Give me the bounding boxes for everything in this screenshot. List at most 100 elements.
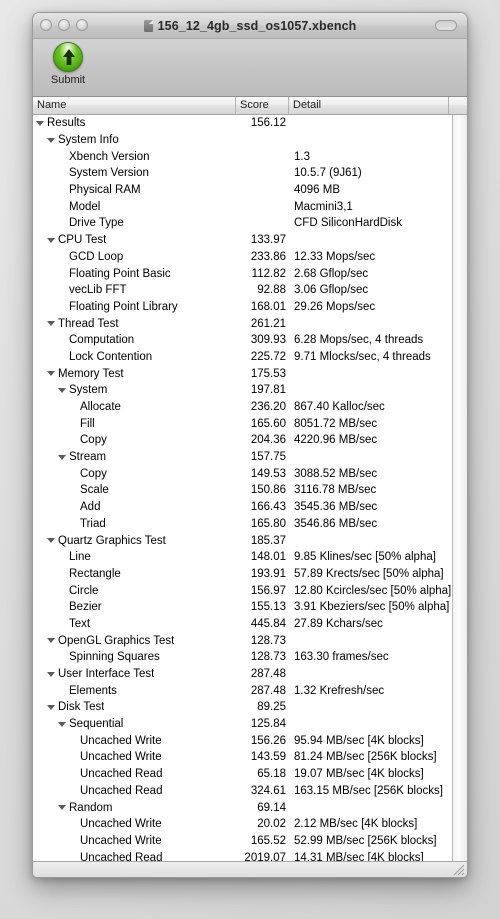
disclosure-triangle-icon[interactable] bbox=[47, 670, 56, 679]
table-row[interactable]: Thread Test 261.21 bbox=[33, 315, 452, 332]
row-score-cell: 128.73 bbox=[250, 651, 286, 664]
row-detail-cell: CFD SiliconHardDisk bbox=[294, 217, 402, 230]
column-header-name[interactable]: Name bbox=[33, 97, 236, 114]
table-row[interactable]: Rectangle 193.91 57.89 Krects/sec [50% alp… bbox=[33, 566, 452, 583]
minimize-button[interactable] bbox=[58, 19, 70, 31]
row-name-cell: System Info bbox=[33, 134, 236, 146]
table-row[interactable]: Xbench Version 1.3 bbox=[33, 148, 452, 165]
disclosure-triangle-icon[interactable] bbox=[47, 236, 56, 245]
submit-label: Submit bbox=[50, 74, 86, 86]
row-score-cell: 193.91 bbox=[250, 567, 286, 580]
row-detail-cell: Macmini3,1 bbox=[294, 200, 353, 213]
column-header-score[interactable]: Score bbox=[236, 97, 289, 114]
table-row[interactable]: Uncached Read 324.61 163.15 MB/sec [256K b… bbox=[33, 783, 452, 800]
table-row[interactable]: Fill 165.60 8051.72 MB/sec bbox=[33, 415, 452, 432]
row-label: Uncached Write bbox=[80, 734, 162, 747]
table-row[interactable]: Floating Point Library 168.01 29.26 Mops/s… bbox=[33, 299, 452, 316]
row-label: Quartz Graphics Test bbox=[58, 534, 166, 547]
disclosure-triangle-icon[interactable] bbox=[47, 319, 56, 328]
table-row[interactable]: Uncached Write 20.02 2.12 MB/sec [4K block… bbox=[33, 816, 452, 833]
disclosure-triangle-icon[interactable] bbox=[47, 536, 56, 545]
table-row[interactable]: Drive Type CFD SiliconHardDisk bbox=[33, 215, 452, 232]
table-row[interactable]: Computation 309.93 6.28 Mops/sec, 4 thread… bbox=[33, 332, 452, 349]
disclosure-triangle-icon[interactable] bbox=[58, 453, 67, 462]
disclosure-triangle-icon[interactable] bbox=[47, 136, 56, 145]
table-row[interactable]: Uncached Write 143.59 81.24 MB/sec [256K b… bbox=[33, 749, 452, 766]
disclosure-triangle-icon[interactable] bbox=[47, 636, 56, 645]
results-rows: Results 156.12 System Info Xbench Version 1.… bbox=[33, 115, 452, 861]
table-row[interactable]: Physical RAM 4096 MB bbox=[33, 182, 452, 199]
row-score-cell: 155.13 bbox=[250, 601, 286, 614]
table-row[interactable]: System 197.81 bbox=[33, 382, 452, 399]
disclosure-triangle-icon[interactable] bbox=[47, 369, 56, 378]
row-label: Uncached Read bbox=[80, 851, 163, 861]
row-label: vecLib FFT bbox=[69, 284, 127, 297]
close-button[interactable] bbox=[40, 19, 52, 31]
row-name-cell: Drive Type bbox=[33, 217, 236, 229]
row-detail-cell: 163.15 MB/sec [256K blocks] bbox=[294, 784, 443, 797]
table-row[interactable]: Uncached Write 156.26 95.94 MB/sec [4K blo… bbox=[33, 732, 452, 749]
resize-grip[interactable] bbox=[452, 863, 465, 876]
table-row[interactable]: System Info bbox=[33, 132, 452, 149]
table-row[interactable]: Allocate 236.20 867.40 Kalloc/sec bbox=[33, 399, 452, 416]
table-row[interactable]: Text 445.84 27.89 Kchars/sec bbox=[33, 616, 452, 633]
table-row[interactable]: Uncached Read 65.18 19.07 MB/sec [4K block… bbox=[33, 766, 452, 783]
row-name-cell: Uncached Read bbox=[33, 785, 236, 797]
table-row[interactable]: Floating Point Basic 112.82 2.68 Gflop/sec bbox=[33, 265, 452, 282]
row-score-cell: 225.72 bbox=[250, 350, 286, 363]
row-detail-cell: 27.89 Kchars/sec bbox=[294, 617, 383, 630]
table-row[interactable]: Bezier 155.13 3.91 Kbeziers/sec [50% alpha… bbox=[33, 599, 452, 616]
table-row[interactable]: Line 148.01 9.85 Klines/sec [50% alpha] bbox=[33, 549, 452, 566]
table-row[interactable]: Random 69.14 bbox=[33, 799, 452, 816]
column-header-detail[interactable]: Detail bbox=[289, 97, 449, 114]
table-row[interactable]: vecLib FFT 92.88 3.06 Gflop/sec bbox=[33, 282, 452, 299]
table-row[interactable]: GCD Loop 233.86 12.33 Mops/sec bbox=[33, 249, 452, 266]
row-name-cell: Scale bbox=[33, 484, 236, 496]
table-row[interactable]: Uncached Write 165.52 52.99 MB/sec [256K b… bbox=[33, 833, 452, 850]
disclosure-triangle-icon[interactable] bbox=[58, 720, 67, 729]
disclosure-triangle-icon[interactable] bbox=[58, 803, 67, 812]
table-row[interactable]: Copy 149.53 3088.52 MB/sec bbox=[33, 465, 452, 482]
row-label: Drive Type bbox=[69, 217, 124, 230]
table-row[interactable]: OpenGL Graphics Test 128.73 bbox=[33, 632, 452, 649]
table-row[interactable]: Copy 204.36 4220.96 MB/sec bbox=[33, 432, 452, 449]
row-score-cell: 133.97 bbox=[250, 234, 286, 247]
column-header-extra[interactable] bbox=[449, 97, 467, 114]
table-row[interactable]: Triad 165.80 3546.86 MB/sec bbox=[33, 516, 452, 533]
table-row[interactable]: Sequential 125.84 bbox=[33, 716, 452, 733]
table-row[interactable]: Add 166.43 3545.36 MB/sec bbox=[33, 499, 452, 516]
row-label: Physical RAM bbox=[69, 184, 141, 197]
table-row[interactable]: CPU Test 133.97 bbox=[33, 232, 452, 249]
row-name-cell: Add bbox=[33, 501, 236, 513]
toolbar-toggle-button[interactable] bbox=[435, 20, 457, 31]
row-score-cell: 166.43 bbox=[250, 501, 286, 514]
window-bottom-bar bbox=[33, 861, 467, 877]
table-row[interactable]: Lock Contention 225.72 9.71 Mlocks/sec, 4 … bbox=[33, 349, 452, 366]
row-name-cell: System bbox=[33, 384, 236, 396]
disclosure-triangle-icon[interactable] bbox=[47, 703, 56, 712]
vertical-scrollbar[interactable] bbox=[452, 115, 467, 861]
window-titlebar[interactable]: 156_12_4gb_ssd_os1057.xbench bbox=[33, 13, 467, 39]
table-row[interactable]: Elements 287.48 1.32 Krefresh/sec bbox=[33, 682, 452, 699]
table-row[interactable]: Results 156.12 bbox=[33, 115, 452, 132]
table-row[interactable]: Model Macmini3,1 bbox=[33, 198, 452, 215]
table-row[interactable]: Memory Test 175.53 bbox=[33, 365, 452, 382]
table-row[interactable]: Uncached Read 2019.07 14.31 MB/sec [4K blo… bbox=[33, 849, 452, 861]
zoom-button[interactable] bbox=[76, 19, 88, 31]
table-row[interactable]: Quartz Graphics Test 185.37 bbox=[33, 532, 452, 549]
table-row[interactable]: User Interface Test 287.48 bbox=[33, 666, 452, 683]
table-row[interactable]: Circle 156.97 12.80 Kcircles/sec [50% alph… bbox=[33, 582, 452, 599]
table-row[interactable]: Scale 150.86 3116.78 MB/sec bbox=[33, 482, 452, 499]
table-row[interactable]: System Version 10.5.7 (9J61) bbox=[33, 165, 452, 182]
table-row[interactable]: Stream 157.75 bbox=[33, 449, 452, 466]
row-name-cell: Floating Point Library bbox=[33, 301, 236, 313]
disclosure-triangle-icon[interactable] bbox=[36, 119, 45, 128]
table-row[interactable]: Disk Test 89.25 bbox=[33, 699, 452, 716]
row-label: Floating Point Library bbox=[69, 300, 178, 313]
row-detail-cell: 2.68 Gflop/sec bbox=[294, 267, 369, 280]
row-score-cell: 287.48 bbox=[250, 684, 286, 697]
disclosure-triangle-icon[interactable] bbox=[58, 386, 67, 395]
row-label: Computation bbox=[69, 334, 135, 347]
submit-button[interactable]: Submit bbox=[39, 39, 97, 86]
table-row[interactable]: Spinning Squares 128.73 163.30 frames/sec bbox=[33, 649, 452, 666]
